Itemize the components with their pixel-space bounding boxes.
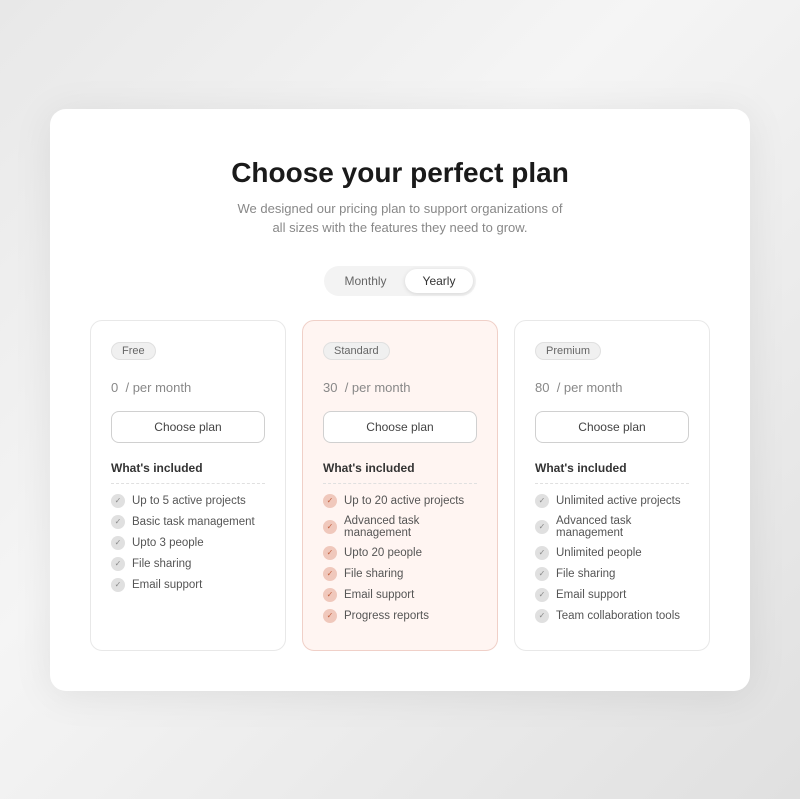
premium-badge: Premium xyxy=(535,342,601,360)
list-item: File sharing xyxy=(323,567,477,581)
free-cta-button[interactable]: Choose plan xyxy=(111,411,265,443)
plan-premium: Premium 80 / per month Choose plan What'… xyxy=(514,320,710,651)
check-icon xyxy=(111,536,125,550)
list-item: Progress reports xyxy=(323,609,477,623)
check-icon xyxy=(323,609,337,623)
premium-features-title: What's included xyxy=(535,461,689,484)
check-icon xyxy=(535,588,549,602)
pricing-card: Choose your perfect plan We designed our… xyxy=(50,109,750,691)
check-icon xyxy=(323,567,337,581)
check-icon xyxy=(535,609,549,623)
check-icon xyxy=(535,494,549,508)
check-icon xyxy=(111,557,125,571)
free-badge: Free xyxy=(111,342,156,360)
free-features-title: What's included xyxy=(111,461,265,484)
monthly-toggle[interactable]: Monthly xyxy=(327,269,405,293)
list-item: Upto 3 people xyxy=(111,536,265,550)
list-item: Team collaboration tools xyxy=(535,609,689,623)
page-title: Choose your perfect plan xyxy=(90,157,710,189)
page-subtitle: We designed our pricing plan to support … xyxy=(90,199,710,238)
standard-features-title: What's included xyxy=(323,461,477,484)
check-icon xyxy=(111,515,125,529)
list-item: Email support xyxy=(111,578,265,592)
billing-toggle: Monthly Yearly xyxy=(324,266,477,296)
free-price: 0 / per month xyxy=(111,368,265,399)
premium-cta-button[interactable]: Choose plan xyxy=(535,411,689,443)
billing-toggle-group: Monthly Yearly xyxy=(90,266,710,296)
list-item: Email support xyxy=(323,588,477,602)
premium-price: 80 / per month xyxy=(535,368,689,399)
check-icon xyxy=(323,520,337,534)
pricing-header: Choose your perfect plan We designed our… xyxy=(90,157,710,238)
check-icon xyxy=(323,494,337,508)
check-icon xyxy=(323,588,337,602)
check-icon xyxy=(535,520,549,534)
standard-cta-button[interactable]: Choose plan xyxy=(323,411,477,443)
list-item: Advanced task management xyxy=(323,515,477,539)
list-item: File sharing xyxy=(535,567,689,581)
list-item: Basic task management xyxy=(111,515,265,529)
standard-badge: Standard xyxy=(323,342,390,360)
check-icon xyxy=(535,546,549,560)
yearly-toggle[interactable]: Yearly xyxy=(405,269,474,293)
plans-container: Free 0 / per month Choose plan What's in… xyxy=(90,320,710,651)
list-item: Email support xyxy=(535,588,689,602)
standard-price: 30 / per month xyxy=(323,368,477,399)
list-item: Upto 20 people xyxy=(323,546,477,560)
check-icon xyxy=(111,578,125,592)
plan-standard: Standard 30 / per month Choose plan What… xyxy=(302,320,498,651)
check-icon xyxy=(111,494,125,508)
list-item: Unlimited people xyxy=(535,546,689,560)
list-item: Up to 20 active projects xyxy=(323,494,477,508)
check-icon xyxy=(323,546,337,560)
list-item: File sharing xyxy=(111,557,265,571)
list-item: Unlimited active projects xyxy=(535,494,689,508)
check-icon xyxy=(535,567,549,581)
plan-free: Free 0 / per month Choose plan What's in… xyxy=(90,320,286,651)
list-item: Up to 5 active projects xyxy=(111,494,265,508)
list-item: Advanced task management xyxy=(535,515,689,539)
